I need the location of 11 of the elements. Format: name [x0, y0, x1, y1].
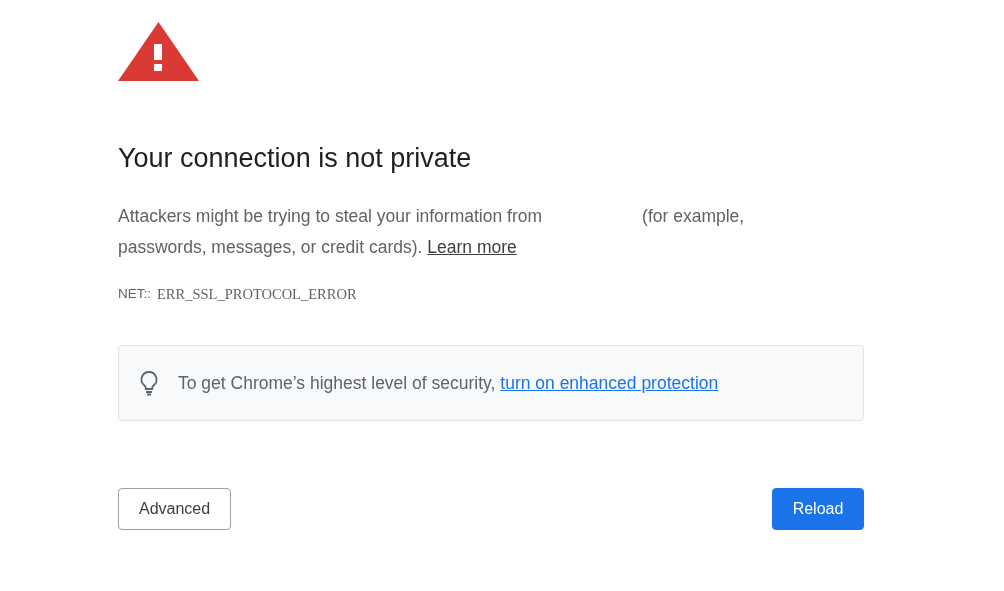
lightbulb-icon — [138, 370, 160, 396]
enhanced-protection-link[interactable]: turn on enhanced protection — [500, 372, 719, 393]
learn-more-link[interactable]: Learn more — [427, 237, 517, 257]
error-code: ERR_SSL_PROTOCOL_ERROR — [157, 286, 357, 303]
advanced-button[interactable]: Advanced — [118, 488, 232, 530]
warning-description: Attackers might be trying to steal your information from (for example, passwords, messages, or credit cards). Learn more — [118, 205, 746, 259]
reload-button[interactable]: Reload — [772, 488, 864, 530]
warning-icon — [118, 22, 199, 81]
error-prefix: NET:: — [118, 286, 151, 303]
tip-text: To get Chrome’s highest level of security, turn on enhanced protection — [178, 372, 719, 394]
page-heading: Your connection is not private — [118, 142, 473, 174]
